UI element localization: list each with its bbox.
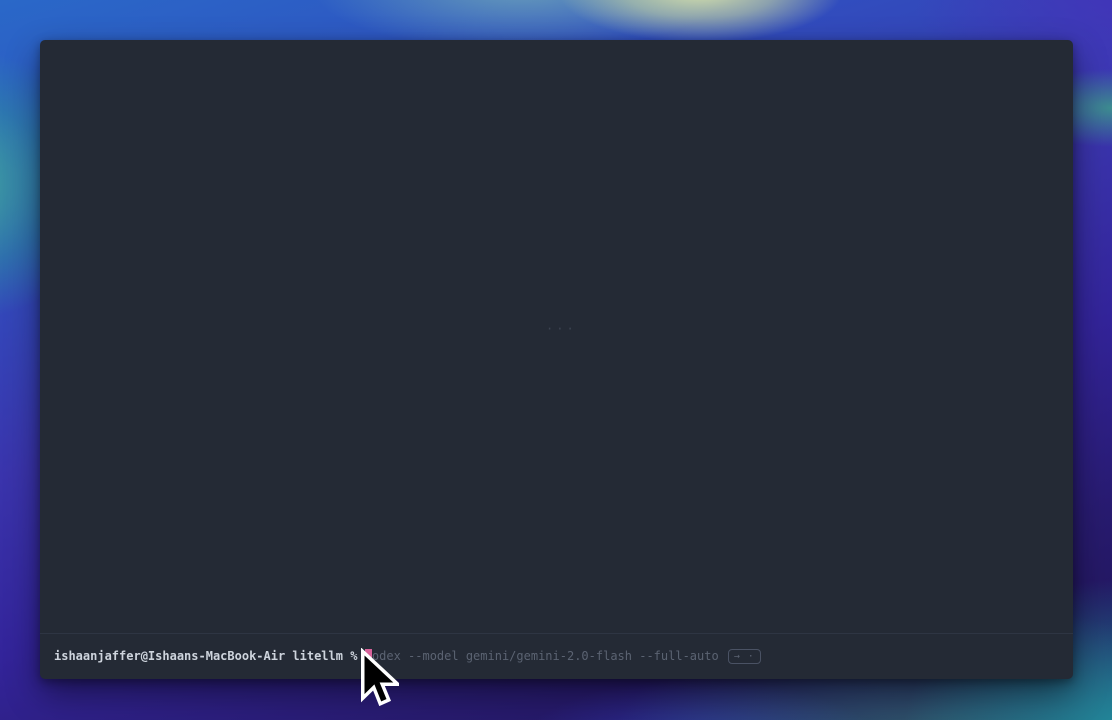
command-prompt-line[interactable]: ishaanjaffer@Ishaans-MacBook-Air litellm… [40,634,1073,679]
autosuggestion-text: odex --model gemini/gemini-2.0-flash --f… [372,649,719,664]
text-cursor: c [365,649,372,664]
suggestion-accept-hint-badge[interactable]: → · [728,649,761,664]
terminal-output-area: ··· [40,40,1073,633]
loading-ellipsis: ··· [546,322,577,336]
terminal-window[interactable]: ··· ishaanjaffer@Ishaans-MacBook-Air lit… [40,40,1073,679]
prompt-context: ishaanjaffer@Ishaans-MacBook-Air litellm… [54,649,365,664]
